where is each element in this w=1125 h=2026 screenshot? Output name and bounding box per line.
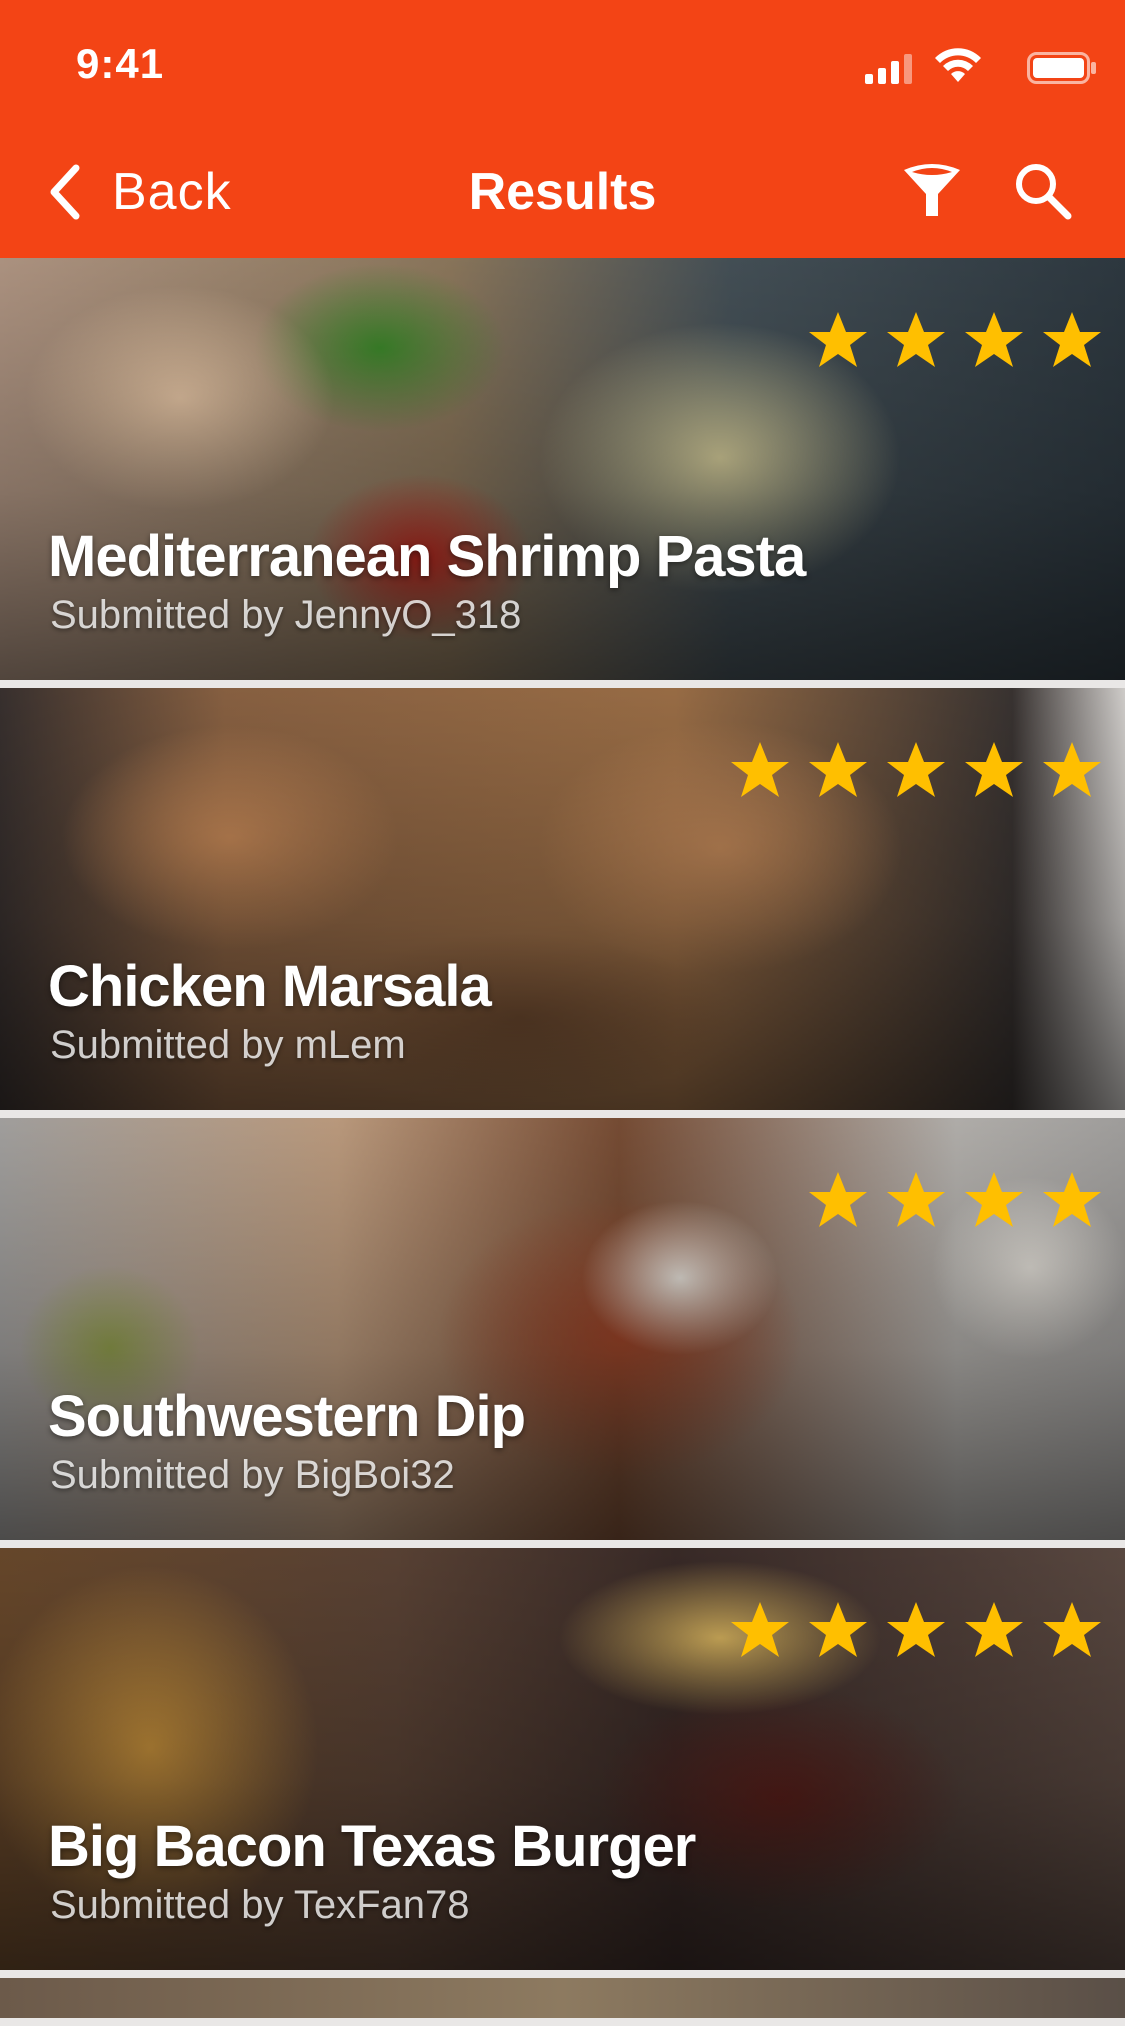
star-icon — [809, 1602, 867, 1657]
star-icon — [1043, 742, 1101, 797]
app-header: 9:41 Back Results — [0, 0, 1125, 258]
results-list: Mediterranean Shrimp Pasta Submitted by … — [0, 258, 1125, 2026]
star-icon — [887, 742, 945, 797]
signal-icon — [865, 54, 912, 84]
recipe-card[interactable]: Southwestern Dip Submitted by BigBoi32 — [0, 1118, 1125, 1540]
recipe-author: Submitted by JennyO_318 — [50, 593, 522, 637]
recipe-title: Mediterranean Shrimp Pasta — [48, 524, 806, 589]
star-icon — [887, 312, 945, 367]
star-icon — [1043, 1602, 1101, 1657]
status-time: 9:41 — [76, 40, 165, 87]
recipe-author: Submitted by TexFan78 — [50, 1883, 470, 1927]
recipe-author: Submitted by BigBoi32 — [50, 1453, 455, 1497]
star-icon — [731, 742, 789, 797]
star-icon — [965, 312, 1023, 367]
status-icons — [857, 48, 1097, 88]
search-icon[interactable] — [1012, 160, 1072, 220]
star-icon — [887, 1172, 945, 1227]
battery-icon — [1027, 52, 1096, 84]
recipe-title: Chicken Marsala — [48, 954, 492, 1019]
star-icon — [965, 742, 1023, 797]
filter-icon[interactable] — [902, 160, 962, 220]
star-icon — [809, 1172, 867, 1227]
rating-stars — [713, 740, 1103, 800]
rating-stars — [791, 1170, 1103, 1230]
recipe-card[interactable]: Chicken Marsala Submitted by mLem — [0, 688, 1125, 1110]
recipe-title: Big Bacon Texas Burger — [48, 1814, 696, 1879]
recipe-title: Southwestern Dip — [48, 1384, 526, 1449]
recipe-card[interactable]: Mediterranean Shrimp Pasta Submitted by … — [0, 258, 1125, 680]
recipe-card[interactable] — [0, 1978, 1125, 2018]
rating-stars — [791, 310, 1103, 370]
star-icon — [809, 312, 867, 367]
rating-stars — [713, 1600, 1103, 1660]
wifi-icon — [935, 48, 981, 82]
star-icon — [887, 1602, 945, 1657]
star-icon — [809, 742, 867, 797]
recipe-author: Submitted by mLem — [50, 1023, 406, 1067]
recipe-card[interactable]: Big Bacon Texas Burger Submitted by TexF… — [0, 1548, 1125, 1970]
star-icon — [965, 1172, 1023, 1227]
star-icon — [1043, 312, 1101, 367]
star-icon — [1043, 1172, 1101, 1227]
star-icon — [965, 1602, 1023, 1657]
star-icon — [731, 1602, 789, 1657]
